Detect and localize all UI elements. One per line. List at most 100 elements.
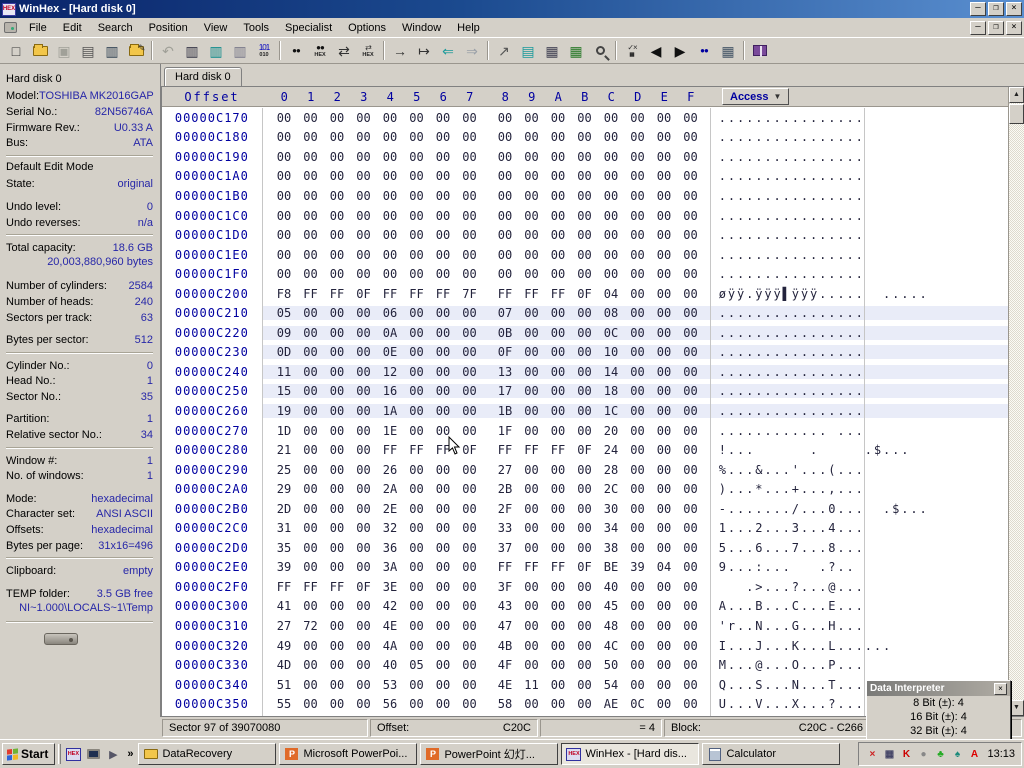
offset-cell[interactable]: 00000C200 <box>162 287 262 301</box>
byte-cell[interactable]: 00 <box>271 228 298 242</box>
byte-cell[interactable]: 20 <box>598 424 625 438</box>
byte-cell[interactable]: 00 <box>651 639 678 653</box>
offset-cell[interactable]: 00000C220 <box>162 326 262 340</box>
offset-cell[interactable]: 00000C320 <box>162 639 262 653</box>
byte-cell[interactable]: 00 <box>430 169 457 183</box>
byte-cell[interactable]: 53 <box>377 678 404 692</box>
byte-cell[interactable]: 00 <box>677 228 704 242</box>
byte-cell[interactable]: 00 <box>518 580 545 594</box>
byte-cell[interactable]: 41 <box>271 599 298 613</box>
byte-cell[interactable]: 39 <box>271 560 298 574</box>
byte-cell[interactable]: FF <box>403 287 430 301</box>
byte-cell[interactable]: 0A <box>377 326 404 340</box>
byte-cell[interactable]: 00 <box>456 541 483 555</box>
byte-cell[interactable]: 00 <box>271 169 298 183</box>
byte-cell[interactable]: BE <box>598 560 625 574</box>
byte-cell[interactable]: 00 <box>624 189 651 203</box>
byte-cell[interactable]: 54 <box>598 678 625 692</box>
byte-cell[interactable]: 00 <box>571 306 598 320</box>
byte-cell[interactable]: 00 <box>324 424 351 438</box>
byte-cell[interactable]: 00 <box>297 111 324 125</box>
byte-cell[interactable]: 27 <box>492 463 519 477</box>
byte-cell[interactable]: 00 <box>430 639 457 653</box>
byte-cell[interactable]: 00 <box>624 619 651 633</box>
byte-cell[interactable]: 29 <box>271 482 298 496</box>
byte-cell[interactable]: 00 <box>677 639 704 653</box>
byte-cell[interactable]: 1D <box>271 424 298 438</box>
byte-cell[interactable]: 00 <box>545 599 572 613</box>
byte-cell[interactable]: 06 <box>377 306 404 320</box>
byte-cell[interactable]: 00 <box>518 697 545 711</box>
byte-cell[interactable]: 00 <box>456 209 483 223</box>
byte-cell[interactable]: 00 <box>677 463 704 477</box>
byte-cell[interactable]: 00 <box>297 639 324 653</box>
byte-cell[interactable]: 00 <box>297 189 324 203</box>
ascii-cell[interactable]: ................ <box>708 325 1008 340</box>
byte-cell[interactable]: 10 <box>598 345 625 359</box>
byte-cell[interactable]: 00 <box>651 130 678 144</box>
byte-cell[interactable]: 00 <box>324 619 351 633</box>
byte-cell[interactable]: 32 <box>377 521 404 535</box>
byte-cell[interactable]: 00 <box>598 150 625 164</box>
byte-cell[interactable]: 00 <box>403 189 430 203</box>
byte-cell[interactable]: 00 <box>677 443 704 457</box>
byte-cell[interactable]: 00 <box>377 267 404 281</box>
byte-cell[interactable]: 00 <box>430 580 457 594</box>
byte-cell[interactable]: 00 <box>456 697 483 711</box>
ascii-cell[interactable]: M...@...O...P... <box>709 658 1008 672</box>
byte-cell[interactable]: 0F <box>571 443 598 457</box>
mdi-minimize-button[interactable]: — <box>970 20 986 35</box>
prev-position-icon[interactable]: ◀ <box>644 40 668 62</box>
tray-plant-teal-icon[interactable]: ♠ <box>950 747 964 761</box>
offset-cell[interactable]: 00000C2E0 <box>162 560 262 574</box>
byte-cell[interactable]: 00 <box>324 189 351 203</box>
byte-cell[interactable]: 00 <box>456 169 483 183</box>
byte-cell[interactable]: 00 <box>598 169 625 183</box>
byte-cell[interactable]: 00 <box>403 111 430 125</box>
byte-cell[interactable]: 24 <box>598 443 625 457</box>
hex-row[interactable]: 00000C310 27 72 00 00 4E 00 00 00 47 00 00 00 48 00 00 0… <box>162 616 1008 636</box>
byte-cell[interactable]: 00 <box>403 541 430 555</box>
byte-cell[interactable]: 00 <box>624 521 651 535</box>
ascii-cell[interactable]: ................ <box>708 403 1008 418</box>
byte-cell[interactable]: 00 <box>651 424 678 438</box>
byte-cell[interactable]: 00 <box>456 580 483 594</box>
byte-cell[interactable]: 00 <box>297 169 324 183</box>
byte-cell[interactable]: 51 <box>271 678 298 692</box>
byte-cell[interactable]: 00 <box>545 248 572 262</box>
byte-cell[interactable]: 00 <box>624 287 651 301</box>
byte-cell[interactable]: 14 <box>598 365 625 379</box>
taskbar-button-powerpoint-[interactable]: P PowerPoint 幻灯... <box>420 743 559 765</box>
byte-cell[interactable]: 00 <box>350 443 377 457</box>
byte-cell[interactable]: 00 <box>518 345 545 359</box>
byte-cell[interactable]: 00 <box>571 111 598 125</box>
hex-row[interactable]: 00000C1E0 00 00 00 00 00 00 00 00 00 00 00 00 00 00 00 0… <box>162 245 1008 265</box>
byte-cell[interactable]: FF <box>545 287 572 301</box>
byte-cell[interactable]: 00 <box>571 697 598 711</box>
byte-cell[interactable]: 00 <box>324 502 351 516</box>
byte-cell[interactable]: 00 <box>430 463 457 477</box>
hex-row[interactable]: 00000C2B0 2D 00 00 00 2E 00 00 00 2F 00 00 00 30 00 00 0… <box>162 499 1008 519</box>
byte-cell[interactable]: 00 <box>324 678 351 692</box>
byte-cell[interactable]: 00 <box>677 306 704 320</box>
byte-cell[interactable]: 0B <box>492 326 519 340</box>
byte-cell[interactable]: 00 <box>297 248 324 262</box>
byte-cell[interactable]: 00 <box>545 306 572 320</box>
byte-cell[interactable]: 00 <box>677 384 704 398</box>
byte-cell[interactable]: 00 <box>430 599 457 613</box>
byte-cell[interactable]: 00 <box>377 228 404 242</box>
hex-bytes[interactable]: F8 FF FF 0F FF FF FF 7F FF FF FF 0F 04 00 00 00 <box>262 287 709 301</box>
byte-cell[interactable]: 00 <box>545 639 572 653</box>
byte-cell[interactable]: 45 <box>598 599 625 613</box>
byte-cell[interactable]: 00 <box>651 658 678 672</box>
byte-cell[interactable]: 00 <box>456 111 483 125</box>
taskbar-button-datarecovery[interactable]: DataRecovery <box>138 743 277 765</box>
ascii-cell[interactable]: ................ <box>708 384 1008 399</box>
ascii-cell[interactable]: .>...?...@... <box>709 580 1008 594</box>
byte-cell[interactable]: 00 <box>377 209 404 223</box>
byte-cell[interactable]: 00 <box>518 326 545 340</box>
byte-cell[interactable]: 00 <box>350 678 377 692</box>
ascii-cell[interactable]: ................ <box>709 267 1008 281</box>
byte-cell[interactable]: 11 <box>518 678 545 692</box>
byte-cell[interactable]: 00 <box>297 541 324 555</box>
